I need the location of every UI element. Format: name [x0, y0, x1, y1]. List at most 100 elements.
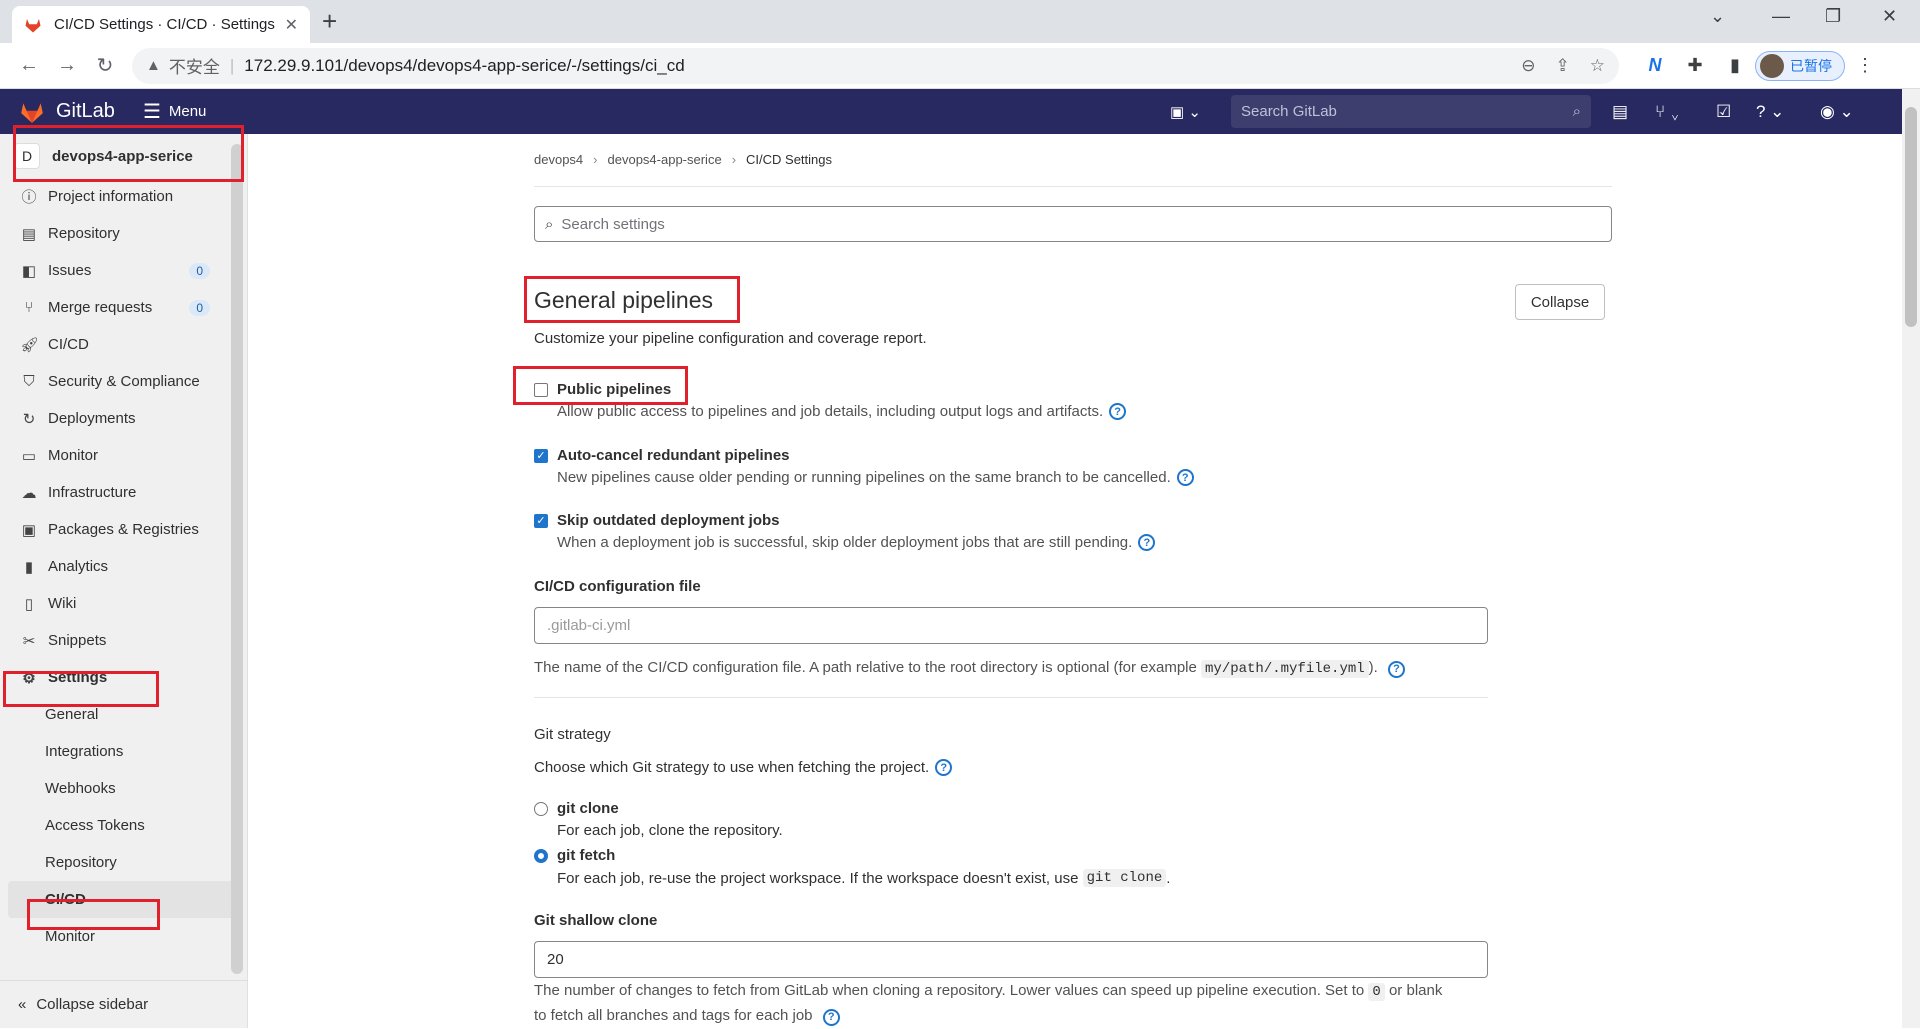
section-title: General pipelines [534, 287, 714, 313]
sidebar-item-project-information[interactable]: ⓘ Project information [0, 178, 247, 215]
sidebar-item-analytics[interactable]: ▮ Analytics [0, 548, 247, 585]
shallow-clone-input[interactable]: 20 [534, 941, 1488, 978]
sidebar-item-merge-requests[interactable]: ⑂ Merge requests 0 [0, 289, 247, 326]
sidebar-item-snippets[interactable]: ✂ Snippets [0, 622, 247, 659]
sidebar-item-deployments[interactable]: ↻ Deployments [0, 400, 247, 437]
issues-header-icon[interactable]: ▤ [1612, 102, 1628, 122]
address-bar[interactable]: ▲ 不安全 | 172.29.9.101/devops4/devops4-app… [132, 47, 1619, 84]
menu-button[interactable]: ☰ Menu [143, 99, 206, 124]
book-icon: ▯ [24, 595, 34, 613]
tab-search-icon[interactable]: ⌄ [1710, 6, 1725, 27]
double-chevron-left-icon: « [18, 996, 27, 1013]
bookmark-star-icon[interactable]: ☆ [1590, 56, 1605, 76]
shallow-clone-help: The number of changes to fetch from GitL… [534, 982, 1443, 1026]
settings-sub-cicd[interactable]: CI/CD [8, 881, 239, 918]
settings-sub-general[interactable]: General [0, 696, 247, 733]
collapse-button[interactable]: Collapse [1515, 284, 1605, 320]
sidebar-item-cicd[interactable]: 🚀︎ CI/CD [0, 326, 247, 363]
menu-label: Menu [168, 103, 207, 120]
share-icon[interactable]: ⇪ [1556, 56, 1570, 76]
url-text: 172.29.9.101/devops4/devops4-app-serice/… [244, 55, 685, 75]
create-new-icon[interactable]: ▣ ⌄ [1170, 103, 1201, 121]
sidepanel-icon[interactable]: ▮ [1715, 55, 1755, 76]
extension-icon[interactable]: N [1635, 55, 1675, 76]
reload-icon[interactable]: ↻ [86, 53, 124, 78]
collapse-sidebar-button[interactable]: « Collapse sidebar [0, 980, 248, 1028]
new-tab-icon[interactable]: + [322, 8, 337, 34]
help-icon[interactable]: ? [1176, 469, 1194, 486]
browser-tab[interactable]: CI/CD Settings · CI/CD · Settings ✕ [12, 6, 310, 43]
warning-icon: ▲ [146, 57, 161, 74]
settings-sub-integrations[interactable]: Integrations [0, 733, 247, 770]
todo-icon[interactable]: ☑ [1716, 102, 1731, 122]
breadcrumb: devops4 › devops4-app-serice › CI/CD Set… [534, 152, 832, 167]
auto-cancel-checkbox[interactable]: ✓ [534, 448, 548, 463]
git-fetch-radio[interactable] [534, 848, 548, 863]
zoom-icon[interactable]: ⊖ [1521, 56, 1535, 76]
breadcrumb-project[interactable]: devops4-app-serice [608, 152, 722, 167]
help-icon[interactable]: ? ⌄ [1756, 102, 1784, 122]
hamburger-icon: ☰ [142, 101, 161, 123]
help-icon[interactable]: ? [1138, 534, 1156, 551]
shield-icon: ⛉ [23, 373, 35, 390]
chevron-right-icon: › [593, 152, 598, 167]
browser-toolbar: ← → ↻ ▲ 不安全 | 172.29.9.101/devops4/devop… [0, 43, 1920, 89]
gear-icon: ⚙ [22, 669, 36, 687]
gitlab-logo[interactable]: GitLab [18, 99, 115, 125]
sidebar-project[interactable]: D devops4-app-serice [0, 134, 247, 178]
profile-button[interactable]: 已暂停 [1755, 50, 1845, 81]
close-tab-icon[interactable]: ✕ [285, 15, 298, 35]
git-clone-radio[interactable] [534, 801, 548, 816]
minimize-icon[interactable]: — [1772, 6, 1790, 27]
sidebar-item-repository[interactable]: ▤ Repository [0, 215, 247, 252]
settings-sub-access-tokens[interactable]: Access Tokens [0, 807, 247, 844]
divider [534, 186, 1612, 187]
chart-icon: ▮ [24, 558, 34, 576]
breadcrumb-group[interactable]: devops4 [534, 152, 583, 167]
help-icon[interactable]: ? [1388, 660, 1405, 678]
user-avatar-icon[interactable]: ◉ ⌄ [1820, 102, 1854, 122]
restore-icon[interactable]: ❐ [1825, 6, 1841, 27]
git-strategy-title: Git strategy [534, 726, 611, 743]
infrastructure-icon: ☁ [21, 484, 37, 502]
sidebar-item-packages[interactable]: ▣ Packages & Registries [0, 511, 247, 548]
config-file-input[interactable]: .gitlab-ci.yml [534, 607, 1488, 644]
search-settings-input[interactable]: ⌕ Search settings [534, 206, 1612, 242]
sidebar-item-wiki[interactable]: ▯ Wiki [0, 585, 247, 622]
mr-count-badge: 0 [189, 299, 210, 316]
browser-menu-icon[interactable]: ⋮ [1845, 55, 1885, 76]
help-icon[interactable]: ? [935, 759, 953, 776]
search-gitlab-input[interactable]: Search GitLab ⌕ [1231, 95, 1591, 128]
sidebar-item-issues[interactable]: ◧ Issues 0 [0, 252, 247, 289]
info-icon: ⓘ [21, 189, 37, 206]
sidebar-scrollbar[interactable] [231, 144, 243, 974]
option-auto-cancel: ✓ Auto-cancel redundant pipelines New pip… [534, 447, 1194, 486]
option-git-clone: git clone For each job, clone the reposi… [534, 800, 783, 839]
settings-sub-repository[interactable]: Repository [0, 844, 247, 881]
option-git-fetch: git fetch For each job, re-use the proje… [534, 847, 1170, 887]
chevron-right-icon: › [731, 152, 737, 167]
sidebar-item-infrastructure[interactable]: ☁ Infrastructure [0, 474, 247, 511]
settings-sub-webhooks[interactable]: Webhooks [0, 770, 247, 807]
skip-outdated-checkbox[interactable]: ✓ [534, 513, 548, 528]
close-window-icon[interactable]: ✕ [1882, 6, 1897, 27]
puzzle-icon[interactable]: ✚ [1675, 55, 1715, 76]
public-pipelines-checkbox[interactable] [534, 382, 548, 397]
breadcrumb-current[interactable]: CI/CD Settings [746, 152, 832, 167]
sidebar-item-settings[interactable]: ⚙ Settings [0, 659, 247, 696]
help-icon[interactable]: ? [1109, 403, 1127, 420]
help-icon[interactable]: ? [822, 1008, 840, 1026]
insecure-label: 不安全 [168, 58, 220, 77]
config-file-label: CI/CD configuration file [534, 578, 701, 595]
sidebar-item-security[interactable]: ⛉ Security & Compliance [0, 363, 247, 400]
settings-sub-monitor[interactable]: Monitor [0, 918, 247, 955]
back-icon[interactable]: ← [10, 54, 48, 77]
issues-count-badge: 0 [189, 262, 210, 279]
page-scrollbar[interactable] [1902, 89, 1920, 1028]
deployments-icon: ↻ [22, 410, 36, 428]
sidebar-item-monitor[interactable]: ▭ Monitor [0, 437, 247, 474]
section-description: Customize your pipeline configuration an… [534, 330, 927, 347]
document-icon: ▤ [21, 225, 37, 243]
forward-icon[interactable]: → [48, 54, 86, 77]
merge-requests-header-icon[interactable]: ⑂ ⌄ [1655, 102, 1680, 122]
